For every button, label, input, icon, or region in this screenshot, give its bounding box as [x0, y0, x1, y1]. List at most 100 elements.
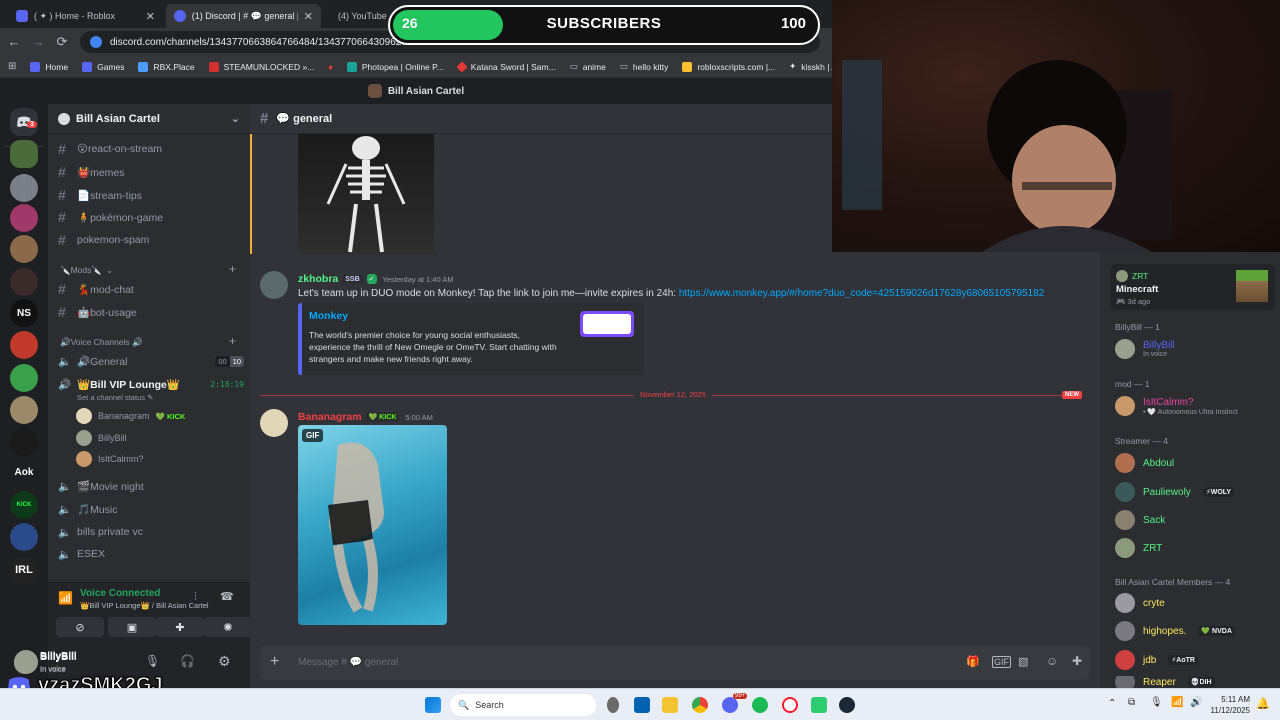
- activities-button[interactable]: ✚: [156, 617, 204, 637]
- member-item[interactable]: jdb ⚡AoTR: [1115, 650, 1198, 670]
- channel-memes[interactable]: # 👹memes: [58, 162, 244, 182]
- gif-attachment[interactable]: GIF: [298, 425, 447, 625]
- tab-youtube[interactable]: (4) YouTube: [324, 4, 394, 28]
- avatar[interactable]: [260, 409, 288, 437]
- server-bill-asian-cartel[interactable]: [10, 140, 38, 168]
- clock[interactable]: 5:11 AM 11/12/2025: [1206, 694, 1250, 716]
- server-icon[interactable]: [10, 235, 38, 263]
- server-ns[interactable]: NS: [10, 299, 38, 327]
- bookmark[interactable]: RBX.Place: [138, 61, 195, 72]
- avatar[interactable]: [260, 271, 288, 299]
- message-author[interactable]: Bananagram: [298, 411, 362, 423]
- member-item[interactable]: Pauliewoly ⚡WOLY: [1115, 482, 1235, 502]
- site-info-icon[interactable]: [90, 36, 102, 48]
- activity-card[interactable]: ZRT Minecraft 🎮 3d ago: [1110, 264, 1275, 310]
- gear-icon[interactable]: ⚙: [218, 653, 231, 670]
- gif-picker-icon[interactable]: GIF: [992, 656, 1011, 668]
- add-attachment-icon[interactable]: +: [270, 653, 279, 671]
- emoji-icon[interactable]: ☺: [1046, 654, 1058, 668]
- microphone-tray-icon[interactable]: 🎙: [1150, 697, 1163, 708]
- spotify-icon[interactable]: [752, 697, 768, 713]
- reload-icon[interactable]: ⟳: [50, 34, 74, 50]
- voice-connected-location[interactable]: 👑Bill VIP Lounge👑 / Bill Asian Cartel: [80, 601, 209, 610]
- notification-bell-icon[interactable]: 🔔: [1256, 697, 1270, 710]
- server-icon[interactable]: [10, 174, 38, 202]
- member-item[interactable]: highopes. 💚 NVDA: [1115, 621, 1235, 641]
- file-explorer-icon[interactable]: [662, 697, 678, 713]
- headphones-icon[interactable]: 🎧: [180, 654, 195, 668]
- category-voice[interactable]: 🔊Voice Channels 🔊: [60, 337, 143, 348]
- tab-discord[interactable]: (1) Discord | # 💬 general | B ✕: [166, 4, 321, 28]
- channel-pokemon-spam[interactable]: # pokemon-spam: [58, 230, 244, 250]
- message-author[interactable]: zkhobra: [298, 273, 338, 285]
- apps-grid-icon[interactable]: ⊞: [8, 61, 16, 72]
- show-hidden-icons-icon[interactable]: ⌃: [1108, 698, 1116, 709]
- member-item[interactable]: IsItCalmm? • 🤍 Autonomous Ultra Instinct: [1115, 396, 1238, 416]
- message-input[interactable]: Message # 💬 general: [298, 657, 398, 668]
- server-icon[interactable]: [10, 523, 38, 551]
- server-icon[interactable]: [10, 204, 38, 232]
- voice-user[interactable]: IsItCalmm?: [76, 451, 144, 467]
- bookmark[interactable]: Home: [30, 61, 68, 72]
- tab-roblox[interactable]: ( ✦ ) Home - Roblox ✕: [8, 4, 163, 28]
- voice-user[interactable]: Bananagram 💚 KICK: [76, 408, 185, 424]
- camera-off-button[interactable]: ⊘: [56, 617, 104, 637]
- bookmark[interactable]: Games: [82, 61, 124, 72]
- photos-icon[interactable]: [634, 697, 650, 713]
- member-item[interactable]: ZRT: [1115, 538, 1162, 558]
- member-item[interactable]: cryte: [1115, 593, 1165, 613]
- screen-share-button[interactable]: ▣: [108, 617, 156, 637]
- voice-user[interactable]: BillyBill: [76, 430, 127, 446]
- chrome-icon[interactable]: [692, 697, 708, 713]
- bookmark[interactable]: robloxscripts.com |...: [682, 61, 775, 72]
- wifi-icon[interactable]: 📶: [1171, 697, 1183, 708]
- disconnect-icon[interactable]: ☎: [220, 590, 234, 603]
- discord-taskbar-icon[interactable]: [722, 697, 738, 713]
- close-icon[interactable]: ✕: [146, 10, 155, 23]
- member-item[interactable]: BillyBill In voice: [1115, 339, 1175, 359]
- microphone-icon[interactable]: 🎙: [145, 654, 160, 668]
- server-icon[interactable]: [10, 364, 38, 392]
- member-item[interactable]: Reaper 💀DIH: [1115, 676, 1215, 688]
- gift-icon[interactable]: 🎁: [966, 655, 980, 668]
- volume-icon[interactable]: 🔊: [1190, 697, 1202, 708]
- channel-stream-tips[interactable]: # 📄stream-tips: [58, 185, 244, 205]
- mouse-icon[interactable]: [607, 697, 619, 713]
- bookmark-folder[interactable]: ▭ anime: [570, 61, 606, 72]
- apps-icon[interactable]: ✚: [1072, 654, 1082, 668]
- voice-channel-general[interactable]: 🔈 🔊General 00 10: [58, 351, 244, 371]
- voice-channel-bills-private[interactable]: 🔈 bills private vc: [58, 522, 244, 542]
- server-aok[interactable]: Aok: [10, 458, 38, 486]
- embed-thumbnail[interactable]: [580, 311, 634, 337]
- category-mods[interactable]: 🔪Mods🔪 ⌄: [60, 265, 113, 276]
- channel-react-on-stream[interactable]: # 😮react-on-stream: [58, 139, 244, 159]
- bookmark[interactable]: Photopea | Online P...: [346, 61, 444, 72]
- app-icon[interactable]: [811, 697, 827, 713]
- server-header[interactable]: Bill Asian Cartel ⌄: [48, 104, 250, 134]
- channel-pokemon-game[interactable]: # 🧍pokémon-game: [58, 207, 244, 227]
- server-icon[interactable]: [10, 268, 38, 296]
- add-channel-icon[interactable]: +: [229, 262, 236, 276]
- attachment-image[interactable]: [298, 134, 434, 254]
- red-bookmark-icon[interactable]: ♦: [328, 62, 333, 72]
- bookmark[interactable]: Katana Sword | Sam...: [456, 60, 556, 73]
- add-channel-icon[interactable]: +: [229, 334, 236, 348]
- user-avatar-icon[interactable]: [14, 652, 36, 674]
- channel-bot-usage[interactable]: # 🤖bot-usage: [58, 302, 244, 322]
- soundboard-button[interactable]: ✺: [204, 617, 252, 637]
- forward-icon[interactable]: →: [26, 34, 50, 49]
- message-composer[interactable]: + Message # 💬 general 🎁 GIF ▧ ☺ ✚: [260, 646, 1090, 680]
- server-icon[interactable]: [10, 396, 38, 424]
- member-item[interactable]: Abdoul: [1115, 453, 1174, 473]
- server-icon[interactable]: [10, 428, 38, 456]
- bookmark-folder[interactable]: ▭ hello kitty: [620, 61, 668, 72]
- voice-channel-music[interactable]: 🔈 🎵Music: [58, 499, 244, 519]
- back-icon[interactable]: ←: [2, 34, 26, 49]
- taskbar-search[interactable]: 🔍 Search: [450, 694, 596, 716]
- opera-icon[interactable]: [782, 697, 798, 713]
- channel-status[interactable]: Set a channel status ✎: [77, 393, 153, 402]
- steam-icon[interactable]: [839, 697, 855, 713]
- server-icon[interactable]: [10, 331, 38, 359]
- tray-app-icon[interactable]: ⧉: [1128, 697, 1135, 708]
- windows-start-icon[interactable]: [425, 697, 441, 713]
